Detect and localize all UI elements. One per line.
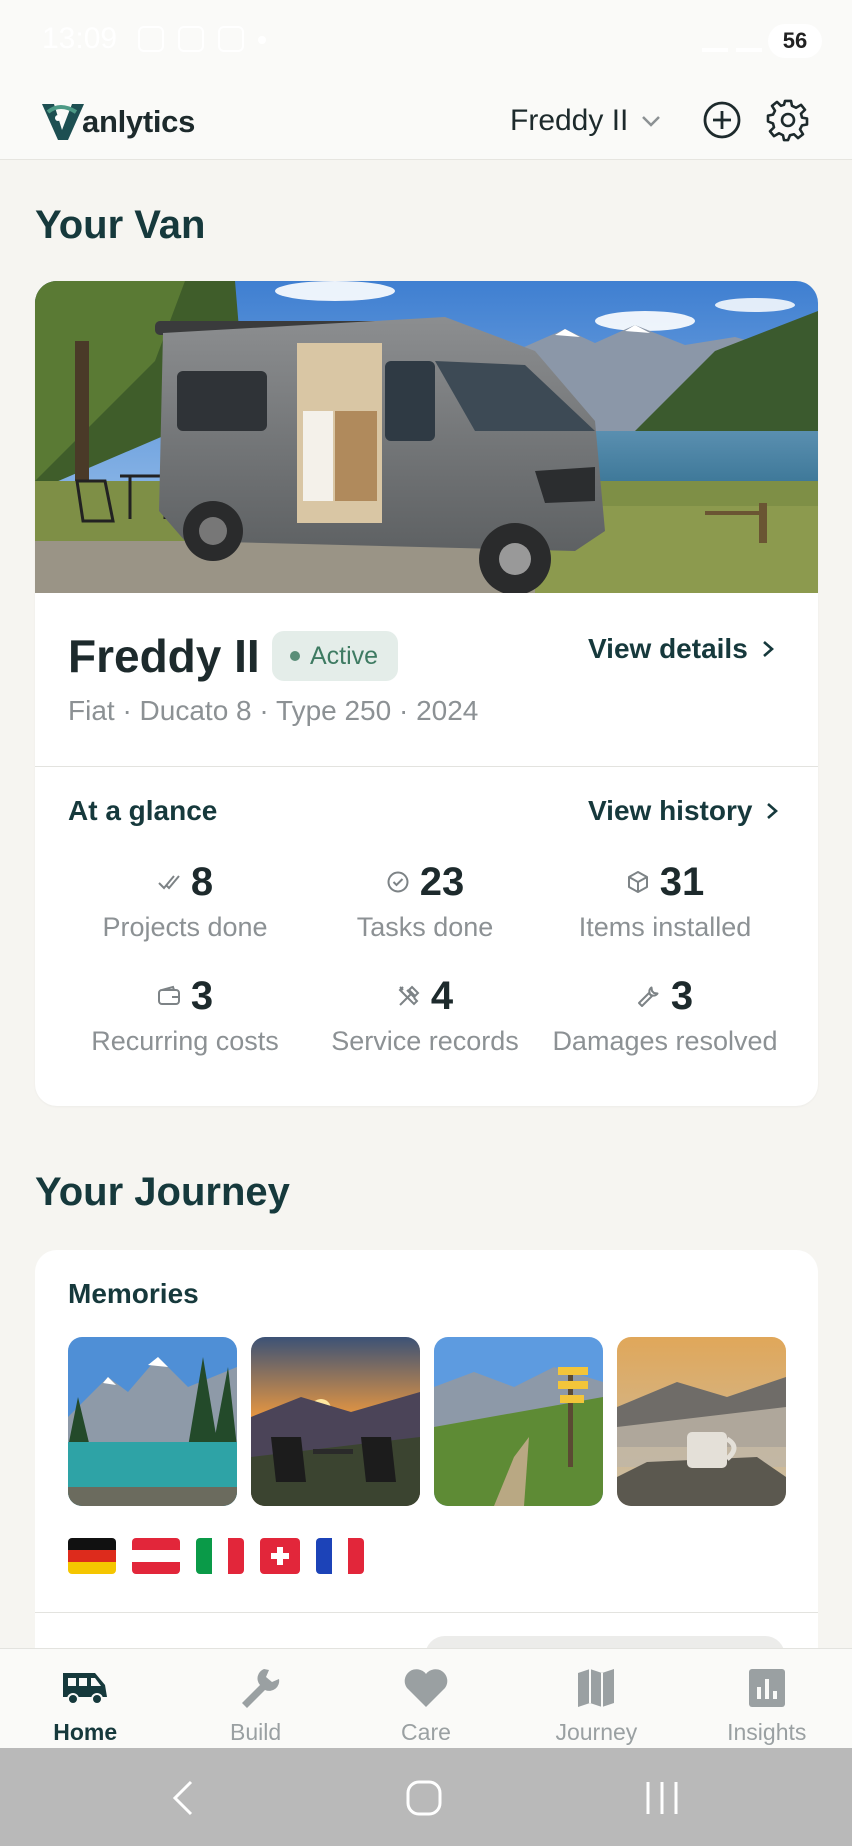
memories-title: Memories: [68, 1278, 199, 1309]
home-icon[interactable]: [402, 1776, 446, 1820]
wifi-icon: [702, 28, 728, 52]
your-van-title: Your Van: [35, 203, 206, 247]
status-badge-label: Active: [310, 641, 379, 670]
memory-photo-misty-mug[interactable]: [617, 1337, 786, 1506]
flag-italy-icon: [196, 1538, 244, 1574]
stat-value: 8: [190, 859, 214, 904]
app-logo: anlytics: [40, 98, 195, 146]
check-circle-icon: [387, 871, 409, 893]
notification-icon: [218, 26, 244, 52]
chevron-down-icon: [642, 116, 661, 127]
notification-icon: [178, 26, 204, 52]
nav-label: Build: [230, 1719, 282, 1745]
stat-projects-done: 8 Projects done: [65, 858, 305, 943]
your-journey-title: Your Journey: [35, 1170, 290, 1214]
nav-label: Care: [401, 1719, 451, 1745]
chevron-right-icon: [762, 641, 774, 657]
add-icon[interactable]: [700, 98, 744, 142]
brand-name: anlytics: [82, 104, 196, 139]
van-meta: Fiat · Ducato 8 · Type 250 · 2024: [68, 695, 479, 726]
notification-icons: [138, 26, 266, 52]
tools-icon: [398, 985, 420, 1006]
van-selector[interactable]: Freddy II: [510, 104, 662, 138]
stat-label: Items installed: [578, 912, 752, 942]
gear-icon[interactable]: [766, 98, 810, 142]
van-name: Freddy II: [68, 630, 260, 682]
status-bar: 13:09 56: [0, 0, 852, 84]
memory-photo-sunset-chairs[interactable]: [251, 1337, 420, 1506]
stat-damages-resolved: 3 Damages resolved: [545, 972, 785, 1057]
wrench-icon: [241, 1669, 279, 1708]
stat-label: Recurring costs: [91, 1026, 279, 1056]
notification-icon: [138, 26, 164, 52]
stat-recurring-costs: 3 Recurring costs: [65, 972, 305, 1057]
signal-icon: [736, 28, 762, 52]
nav-label: Home: [53, 1719, 118, 1745]
van-icon: [63, 1673, 108, 1705]
view-details-link[interactable]: View details: [588, 633, 776, 665]
van-card: Freddy II Active View details Fiat · Duc…: [35, 281, 818, 1106]
flag-austria-icon: [132, 1538, 180, 1574]
at-a-glance-title: At a glance: [68, 795, 218, 826]
wrench-icon: [637, 986, 659, 1007]
chevron-right-icon: [767, 803, 779, 819]
stat-value: 4: [430, 973, 454, 1018]
bottom-nav: Home Build Care Journey Insights: [0, 1648, 852, 1748]
view-history-label: View history: [588, 795, 753, 826]
stat-label: Tasks done: [356, 912, 494, 942]
battery-indicator: 56: [768, 24, 822, 58]
stat-value: 3: [670, 973, 694, 1018]
bar-chart-icon: [748, 1669, 785, 1707]
memory-photo-trail-signpost[interactable]: [434, 1337, 603, 1506]
van-selector-label: Freddy II: [510, 104, 629, 137]
nav-label: Journey: [555, 1719, 638, 1745]
system-nav-bar: [0, 1748, 852, 1846]
heart-icon: [404, 1669, 448, 1707]
divider: [35, 766, 818, 767]
box-icon: [627, 871, 648, 893]
nav-care[interactable]: Care: [341, 1649, 511, 1749]
memory-photo-mountain-lake[interactable]: [68, 1337, 237, 1506]
country-flags: [68, 1538, 364, 1574]
recents-icon[interactable]: [640, 1776, 684, 1820]
stat-value: 23: [419, 859, 465, 904]
wallet-icon: [157, 985, 180, 1005]
stat-label: Projects done: [102, 912, 268, 942]
back-icon[interactable]: [163, 1776, 207, 1820]
flag-switzerland-icon: [260, 1538, 300, 1574]
stat-tasks-done: 23 Tasks done: [305, 858, 545, 943]
app-header: anlytics Freddy II: [0, 84, 852, 160]
nav-label: Insights: [727, 1719, 807, 1745]
van-photo: [35, 281, 818, 593]
journey-card: Memories: [35, 1250, 818, 1670]
signal-icons: [702, 28, 762, 52]
map-icon: [578, 1669, 615, 1707]
status-time: 13:09: [42, 22, 118, 55]
status-dot-icon: [290, 651, 300, 661]
nav-journey[interactable]: Journey: [511, 1649, 681, 1749]
van-logo-icon: [42, 104, 84, 140]
view-details-label: View details: [588, 633, 748, 664]
stat-items-installed: 31 Items installed: [545, 858, 785, 943]
view-history-link[interactable]: View history: [588, 795, 780, 827]
status-badge: Active: [272, 631, 399, 681]
stat-service-records: 4 Service records: [305, 972, 545, 1057]
nav-build[interactable]: Build: [170, 1649, 340, 1749]
stat-value: 31: [659, 859, 705, 904]
divider: [35, 1612, 818, 1613]
nav-home[interactable]: Home: [0, 1649, 170, 1749]
stat-label: Damages resolved: [552, 1026, 778, 1056]
flag-france-icon: [316, 1538, 364, 1574]
nav-insights[interactable]: Insights: [682, 1649, 852, 1749]
dot-icon: [258, 36, 266, 44]
flag-germany-icon: [68, 1538, 116, 1574]
stat-value: 3: [190, 973, 214, 1018]
check-double-icon: [158, 875, 180, 890]
stat-label: Service records: [331, 1026, 519, 1056]
